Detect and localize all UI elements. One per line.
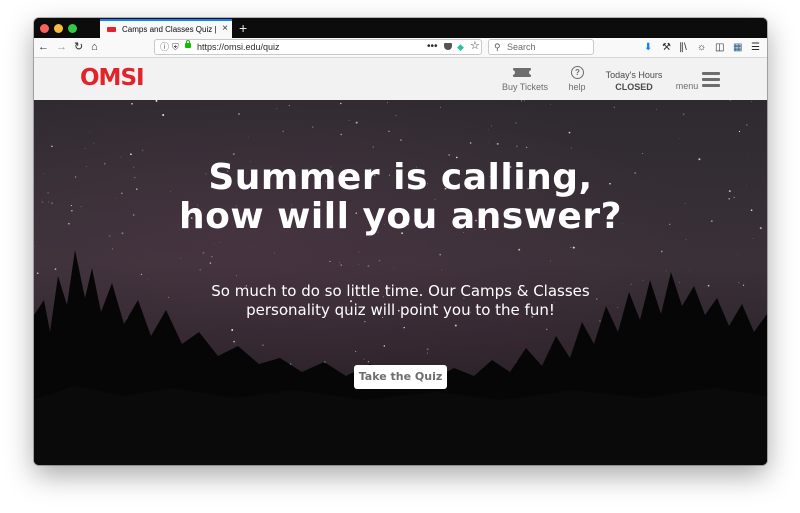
page-actions-icon[interactable]: ••• [427,40,438,53]
forward-icon[interactable]: → [56,40,67,55]
help-icon: ? [571,66,584,79]
browser-tab[interactable]: Camps and Classes Quiz | OMSI × [100,19,232,38]
hero-subtitle-line-2: personality quiz will point you to the f… [246,301,555,319]
hero-subtitle-line-1: So much to do so little time. Our Camps … [211,282,590,300]
info-icon[interactable]: ⓘ [160,41,169,54]
tools-icon[interactable]: ⚒ [662,40,671,55]
minimize-window-button[interactable] [54,24,63,33]
hero-title-line-1: Summer is calling, [208,157,593,198]
library-icon[interactable]: ∥\ [679,40,687,55]
extension-icon[interactable]: ◆ [457,41,464,54]
buy-tickets-label: Buy Tickets [501,82,548,92]
maximize-window-button[interactable] [68,24,77,33]
url-bar[interactable]: ⓘ ⛨ https://omsi.edu/quiz ••• ◆ ☆ [154,39,482,55]
download-icon[interactable]: ⬇ [644,40,652,55]
pocket-icon[interactable] [444,43,452,50]
hero-title-line-2: how will you answer? [179,196,622,237]
favicon-icon [107,27,116,32]
hero-section: Summer is calling, how will you answer? … [34,100,767,465]
new-tab-button[interactable]: + [239,18,247,38]
hamburger-icon [702,72,720,90]
hero-title: Summer is calling, how will you answer? [34,158,767,236]
back-icon[interactable]: ← [38,40,49,55]
search-placeholder: Search [507,42,536,52]
navigation-toolbar: ← → ↻ ⌂ ⓘ ⛨ https://omsi.edu/quiz ••• ◆ … [34,38,767,58]
ticket-icon [512,68,532,77]
help-label: help [568,82,586,92]
tab-close-icon[interactable]: × [222,23,228,35]
shield-icon[interactable]: ⛨ [172,41,179,54]
sidebar-icon[interactable]: ◫ [715,40,724,55]
hamburger-menu-button[interactable] [702,72,720,87]
reload-icon[interactable]: ↻ [74,40,83,55]
sync-icon[interactable]: ☼ [697,40,706,55]
lock-icon[interactable] [185,40,191,48]
extension-icon[interactable]: ▦ [733,40,742,55]
hours-label: Today's Hours [605,70,663,80]
menu-label[interactable]: menu [674,81,700,92]
bookmark-star-icon[interactable]: ☆ [470,40,480,53]
tab-strip: Camps and Classes Quiz | OMSI × + [34,18,767,38]
browser-window: Camps and Classes Quiz | OMSI × + ← → ↻ … [34,18,767,465]
tab-title: Camps and Classes Quiz | OMSI [122,25,216,34]
menu-icon[interactable]: ☰ [751,40,760,55]
take-quiz-button[interactable]: Take the Quiz [354,365,447,389]
search-icon: ⚲ [494,42,501,52]
hero-subtitle: So much to do so little time. Our Camps … [34,282,767,320]
home-icon[interactable]: ⌂ [91,40,98,55]
omsi-logo[interactable]: OMSI [80,64,145,92]
hours-status: CLOSED [615,82,653,92]
close-window-button[interactable] [40,24,49,33]
search-bar[interactable]: ⚲ Search [488,39,594,55]
url-text[interactable]: https://omsi.edu/quiz [197,41,280,54]
site-header: OMSI Buy Tickets ? help Today's Hours CL… [34,58,767,100]
